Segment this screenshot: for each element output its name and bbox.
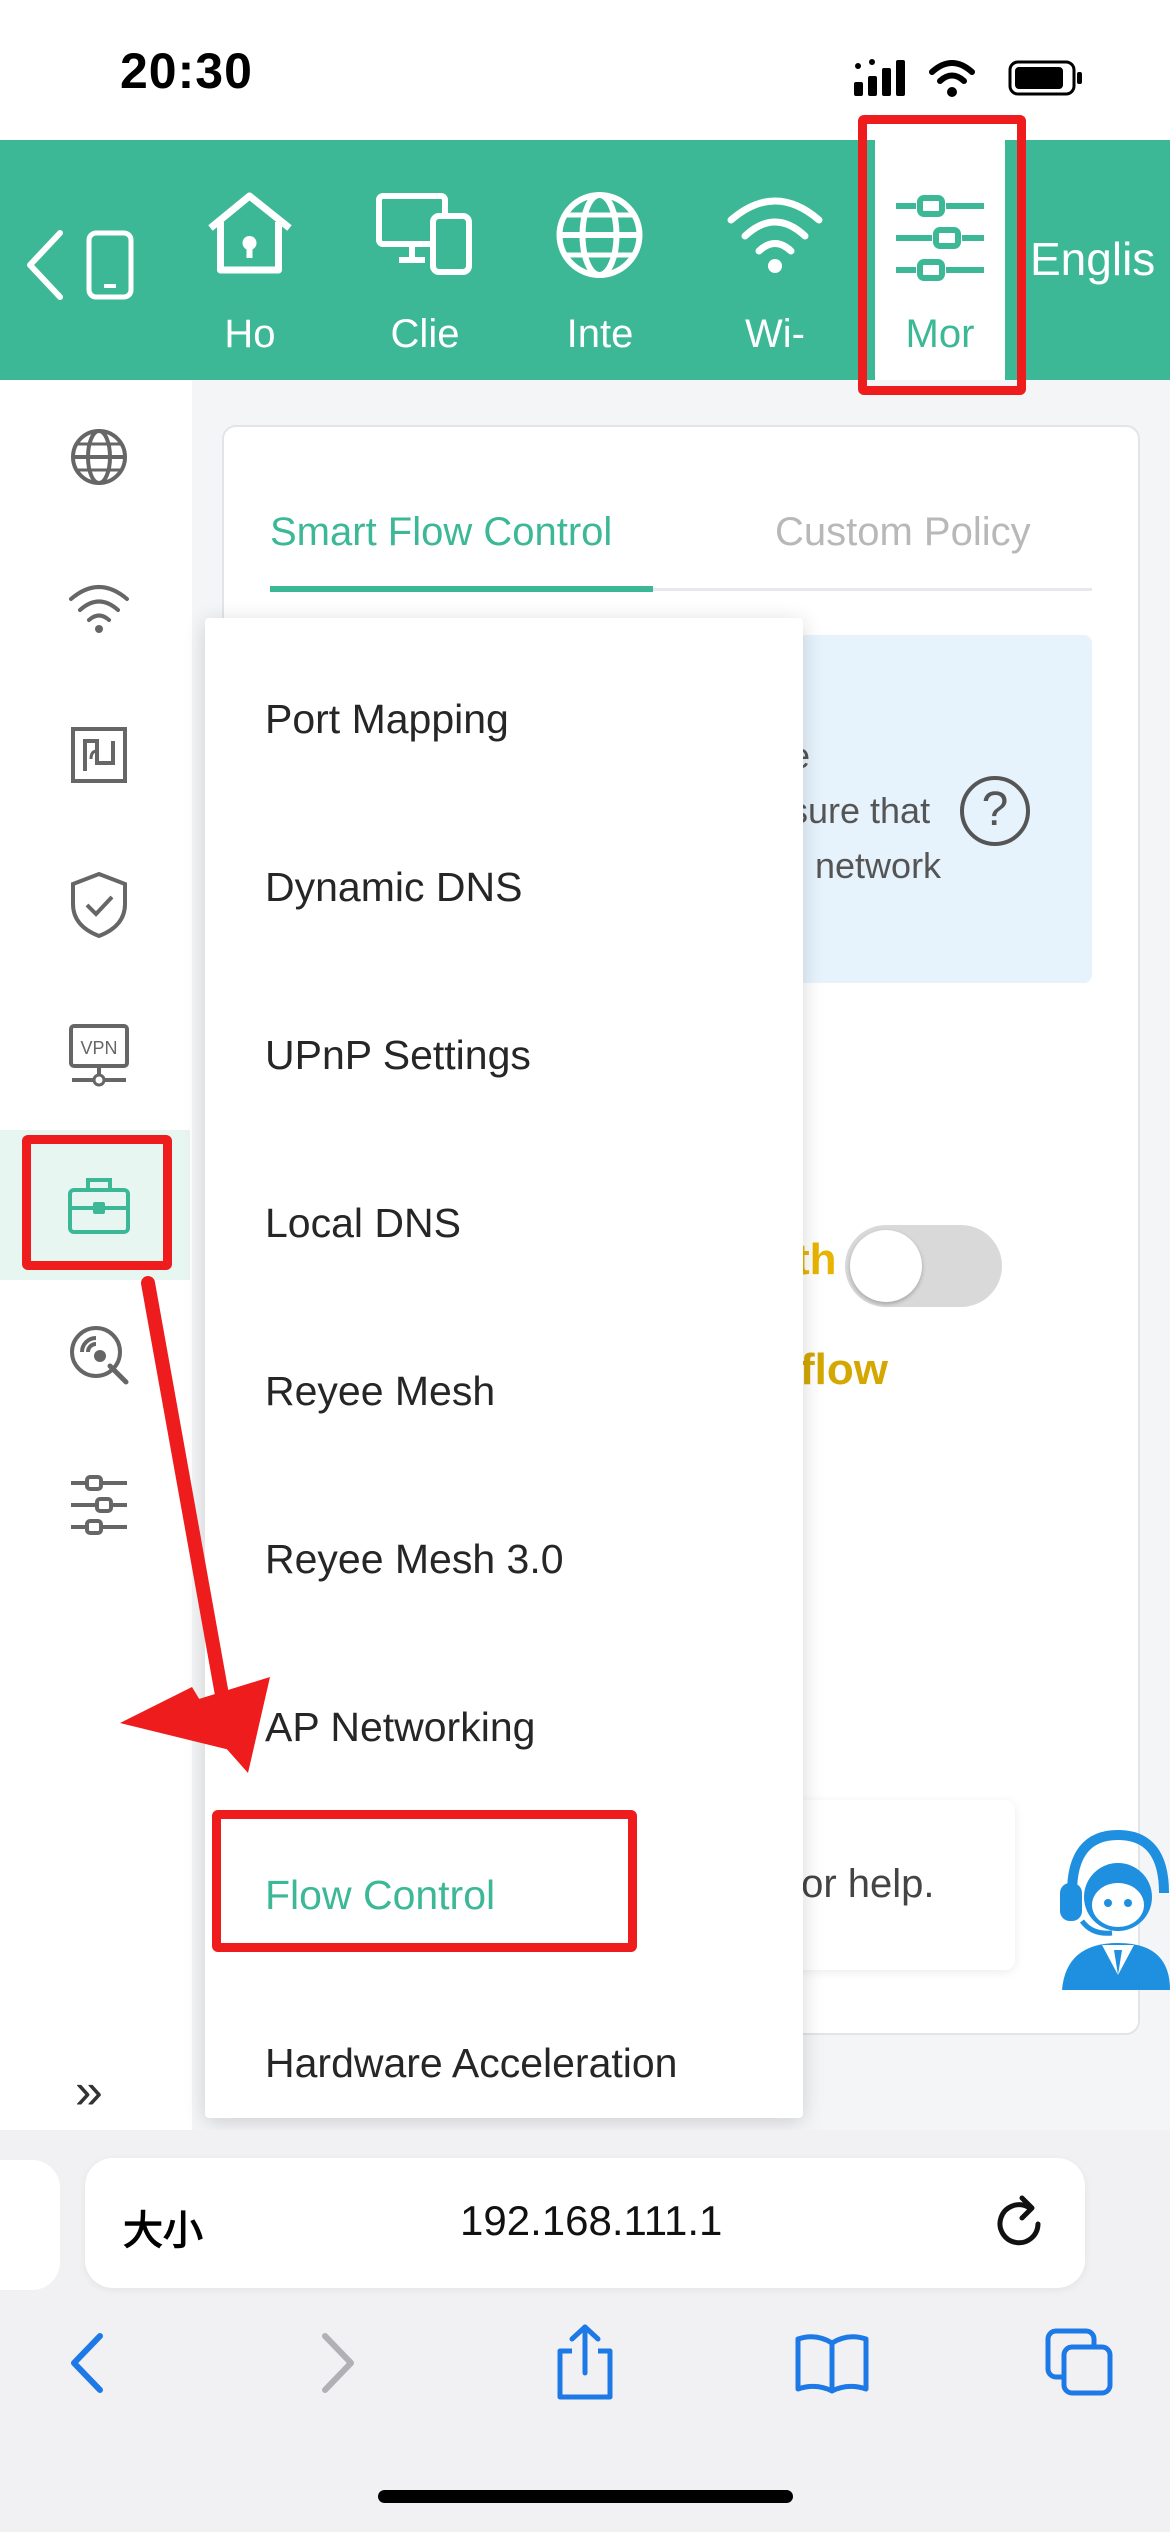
- status-time: 20:30: [120, 43, 253, 99]
- language-selector[interactable]: Englis: [1030, 232, 1155, 286]
- url-text[interactable]: 192.168.111.1: [460, 2197, 722, 2245]
- wifi-icon: [69, 585, 129, 633]
- devices-icon: [376, 193, 472, 275]
- nav-label: Inte: [566, 312, 634, 356]
- phone-icon[interactable]: [85, 230, 135, 300]
- globe-icon: [556, 192, 643, 278]
- nav-item-home[interactable]: Ho: [185, 140, 315, 380]
- chevron-right-icon: [322, 2333, 354, 2393]
- annotation-tools-box: [22, 1135, 172, 1270]
- nav-item-wifi[interactable]: Wi-: [710, 140, 840, 380]
- home-indicator: [378, 2490, 793, 2503]
- browser-back-button[interactable]: [42, 2318, 132, 2408]
- menu-item-hardware-acceleration[interactable]: Hardware Acceleration: [265, 2040, 677, 2087]
- menu-item-port-mapping[interactable]: Port Mapping: [265, 696, 509, 743]
- sidebar-expand-button[interactable]: »: [75, 2062, 103, 2120]
- annotation-flow-control-box: [212, 1810, 637, 1952]
- vpn-text: VPN: [80, 1038, 117, 1058]
- nav-label: Clie: [390, 312, 460, 356]
- nav-item-internet[interactable]: Inte: [535, 140, 665, 380]
- globe-icon: [71, 429, 127, 485]
- share-icon: [557, 2324, 613, 2400]
- menu-item-reyee-mesh-3[interactable]: Reyee Mesh 3.0: [265, 1536, 564, 1583]
- tab-custom-policy[interactable]: Custom Policy: [775, 510, 1031, 555]
- port-icon: [71, 727, 127, 783]
- home-icon: [208, 192, 292, 274]
- status-icons: [854, 59, 1082, 97]
- partial-label-2: flow: [800, 1345, 888, 1394]
- bookmarks-button[interactable]: [787, 2318, 877, 2408]
- page: 20:30 Ho Clie Inte Wi- Mor Englis VPN » …: [0, 0, 1170, 2532]
- tabs-button[interactable]: [1035, 2318, 1125, 2408]
- previous-tab-pill[interactable]: [0, 2160, 60, 2290]
- back-chevron-icon[interactable]: [20, 225, 70, 305]
- annotation-arrow: [120, 1276, 270, 1773]
- sidebar-item-vpn[interactable]: VPN: [54, 1010, 144, 1100]
- vpn-icon: VPN: [69, 1024, 129, 1087]
- chevron-left-icon: [71, 2333, 103, 2393]
- sidebar-item-wifi[interactable]: [54, 562, 144, 652]
- reload-icon[interactable]: [988, 2190, 1052, 2254]
- browser-forward-button[interactable]: [293, 2318, 383, 2408]
- menu-item-ap-networking[interactable]: AP Networking: [265, 1704, 535, 1751]
- sidebar-item-internet[interactable]: [54, 412, 144, 502]
- tab-smart-flow-control[interactable]: Smart Flow Control: [270, 510, 612, 555]
- tabs-icon: [1045, 2328, 1113, 2396]
- annotation-more-box: [858, 115, 1026, 395]
- help-text: for help.: [790, 1862, 935, 1906]
- question-icon[interactable]: ?: [960, 776, 1030, 846]
- nav-item-clients[interactable]: Clie: [360, 140, 490, 380]
- shield-icon: [71, 871, 127, 939]
- toggle-knob: [850, 1230, 922, 1302]
- nav-label: Wi-: [745, 312, 805, 356]
- battery-icon: [1008, 60, 1082, 96]
- text-size-button[interactable]: 大小: [123, 2198, 203, 2256]
- share-button[interactable]: [540, 2318, 630, 2408]
- info-text-4: network: [815, 845, 942, 886]
- sidebar-item-port[interactable]: [54, 710, 144, 800]
- book-icon: [795, 2334, 869, 2394]
- support-agent-icon[interactable]: [1052, 1815, 1170, 1990]
- menu-item-upnp-settings[interactable]: UPnP Settings: [265, 1032, 531, 1079]
- wifi-status-icon: [929, 60, 975, 84]
- menu-item-local-dns[interactable]: Local DNS: [265, 1200, 461, 1247]
- nav-label: Ho: [224, 312, 276, 356]
- cellular-signal-icon: [854, 59, 905, 96]
- info-text-3: sure that: [790, 790, 931, 831]
- menu-item-reyee-mesh[interactable]: Reyee Mesh: [265, 1368, 495, 1415]
- sidebar-item-security[interactable]: [54, 860, 144, 950]
- wifi-icon: [727, 197, 823, 273]
- menu-item-dynamic-dns[interactable]: Dynamic DNS: [265, 864, 522, 911]
- tab-active-indicator: [270, 586, 653, 592]
